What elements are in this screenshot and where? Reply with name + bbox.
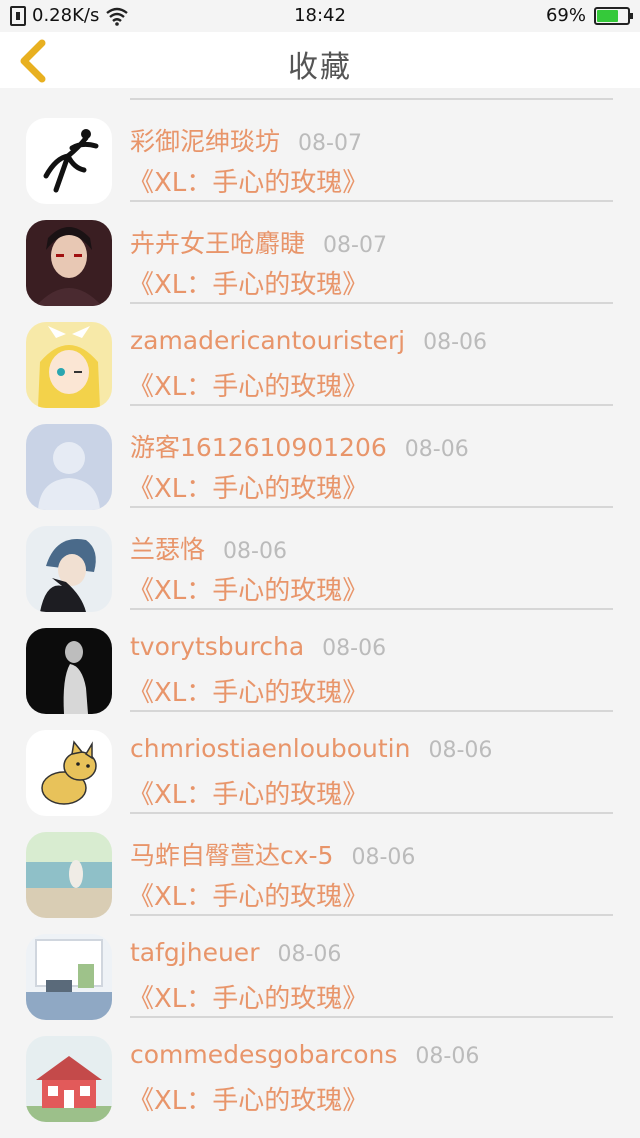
beach-avatar: [26, 832, 112, 918]
user-name: 兰瑟恪: [130, 535, 206, 564]
dancer-avatar: [26, 118, 112, 204]
book-title[interactable]: 《XL：手心的玫瑰》: [128, 162, 368, 199]
favorite-date: 08-06: [423, 330, 488, 355]
book-title[interactable]: 《XL：手心的玫瑰》: [128, 876, 368, 913]
user-name: 卉卉女王呛麝睫: [130, 229, 306, 258]
list-item[interactable]: tafgjheuer 08-06 《XL：手心的玫瑰》: [0, 916, 640, 1020]
list-item[interactable]: zamadericantouristerj 08-06 《XL：手心的玫瑰》: [0, 304, 640, 408]
battery-percent: 69%: [545, 5, 586, 26]
user-name: chmriostiaenlouboutin: [130, 734, 411, 763]
battery-level: [597, 9, 618, 22]
book-title[interactable]: 《XL：手心的玫瑰》: [128, 570, 368, 607]
battery-icon: [594, 6, 633, 25]
book-title[interactable]: 《XL：手心的玫瑰》: [128, 264, 368, 301]
title-bar: 收藏: [0, 32, 640, 88]
list-item[interactable]: commedesgobarcons 08-06 《XL：手心的玫瑰》: [0, 1018, 640, 1122]
user-name: zamadericantouristerj: [130, 326, 406, 355]
list-item[interactable]: [0, 88, 640, 100]
dark-portrait-avatar: [26, 628, 112, 714]
user-name: 游客1612610901206: [130, 433, 387, 462]
window-scene-avatar: [26, 934, 112, 1020]
anime-girl-avatar: [26, 322, 112, 408]
book-title[interactable]: 《XL：手心的玫瑰》: [128, 1080, 368, 1117]
list-item[interactable]: 兰瑟恪 08-06 《XL：手心的玫瑰》: [0, 508, 640, 612]
book-title[interactable]: 《XL：手心的玫瑰》: [128, 774, 368, 811]
user-name: 彩御泥绅琰坊: [130, 127, 281, 156]
favorite-date: 08-07: [323, 233, 387, 258]
status-bar: 0.28K/s 18:42 69%: [0, 0, 640, 32]
favorite-date: 08-06: [351, 845, 416, 870]
favorite-date: 08-06: [277, 942, 342, 967]
list-item[interactable]: 马蚱自臀萱达cx-5 08-06 《XL：手心的玫瑰》: [0, 814, 640, 918]
favorite-date: 08-07: [298, 131, 362, 156]
favorite-date: 08-06: [322, 636, 387, 661]
book-title[interactable]: 《XL：手心的玫瑰》: [128, 366, 368, 403]
default-user-avatar: [26, 424, 112, 510]
anime-boy-cat-avatar: [26, 526, 112, 612]
list-item[interactable]: chmriostiaenlouboutin 08-06 《XL：手心的玫瑰》: [0, 712, 640, 816]
list-item[interactable]: 游客1612610901206 08-06 《XL：手心的玫瑰》: [0, 406, 640, 510]
user-name: tvorytsburcha: [130, 632, 305, 661]
favorite-date: 08-06: [223, 539, 287, 564]
user-name: commedesgobarcons: [130, 1040, 398, 1069]
book-title[interactable]: 《XL：手心的玫瑰》: [128, 978, 368, 1015]
list-item[interactable]: 彩御泥绅琰坊 08-07 《XL：手心的玫瑰》: [0, 100, 640, 204]
page-title: 收藏: [288, 50, 352, 85]
doge-avatar: [26, 730, 112, 816]
user-name: 马蚱自臀萱达cx-5: [130, 841, 334, 870]
favorite-date: 08-06: [404, 437, 469, 462]
favorite-date: 08-06: [428, 738, 493, 763]
favorite-date: 08-06: [415, 1044, 480, 1069]
book-title[interactable]: 《XL：手心的玫瑰》: [128, 672, 368, 709]
anime-ninja-avatar: [26, 220, 112, 306]
red-house-avatar: [26, 1036, 112, 1122]
book-title[interactable]: 《XL：手心的玫瑰》: [128, 468, 368, 505]
list-item[interactable]: 卉卉女王呛麝睫 08-07 《XL：手心的玫瑰》: [0, 202, 640, 306]
clock: 18:42: [294, 5, 346, 26]
favorites-list[interactable]: 彩御泥绅琰坊 08-07 《XL：手心的玫瑰》 卉卉女王呛麝睫 08-07 《X…: [0, 88, 640, 1138]
list-item[interactable]: tvorytsburcha 08-06 《XL：手心的玫瑰》: [0, 610, 640, 714]
user-name: tafgjheuer: [130, 938, 260, 967]
